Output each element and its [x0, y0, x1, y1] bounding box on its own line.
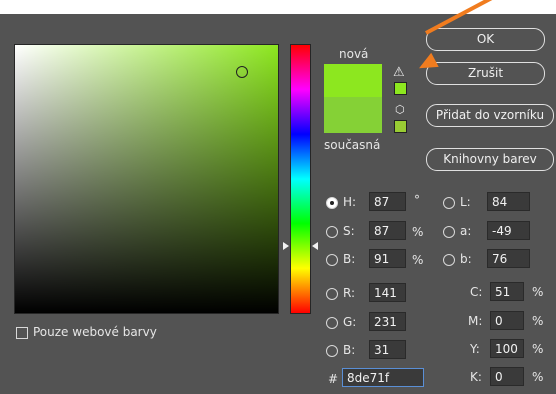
lab-l-label: L:	[460, 195, 471, 209]
brightness-input[interactable]: 91	[369, 249, 406, 268]
gamut-warning-swatch[interactable]	[394, 82, 407, 95]
degree-unit: °	[414, 193, 420, 207]
lab-a-input[interactable]: -49	[487, 221, 530, 240]
yellow-label: Y:	[470, 342, 480, 356]
brightness-unit: %	[412, 253, 424, 267]
new-color-swatch	[324, 64, 382, 97]
red-input[interactable]: 141	[369, 283, 406, 302]
color-libraries-button[interactable]: Knihovny barev	[426, 148, 554, 171]
color-field[interactable]	[14, 44, 279, 314]
cyan-label: C:	[470, 285, 483, 299]
black-label: K:	[470, 370, 482, 384]
black-unit: %	[532, 370, 544, 384]
blue-input[interactable]: 31	[369, 340, 406, 359]
black-input[interactable]: 0	[490, 367, 524, 386]
red-radio[interactable]	[326, 288, 338, 300]
red-label: R:	[343, 286, 356, 300]
brightness-radio[interactable]	[326, 254, 338, 266]
saturation-unit: %	[412, 225, 424, 239]
color-picker-marker[interactable]	[236, 66, 248, 78]
current-color-label: současná	[324, 138, 381, 152]
saturation-input[interactable]: 87	[369, 221, 406, 240]
web-safe-swatch[interactable]	[394, 120, 407, 133]
blue-label: B:	[343, 343, 356, 357]
only-web-colors-checkbox[interactable]	[16, 327, 28, 339]
magenta-label: M:	[468, 314, 483, 328]
cancel-button[interactable]: Zrušit	[426, 62, 545, 85]
cyan-input[interactable]: 51	[490, 282, 524, 301]
yellow-input[interactable]: 100	[490, 339, 524, 358]
lab-l-radio[interactable]	[443, 197, 455, 209]
lab-a-label: a:	[460, 224, 472, 238]
yellow-unit: %	[532, 342, 544, 356]
add-to-swatches-button[interactable]: Přidat do vzorníku	[426, 104, 554, 127]
blue-radio[interactable]	[326, 345, 338, 357]
brightness-label: B:	[343, 252, 356, 266]
hue-slider-left-handle[interactable]	[283, 242, 289, 250]
green-input[interactable]: 231	[369, 312, 406, 331]
hex-label: #	[328, 372, 339, 386]
hue-slider-right-handle[interactable]	[312, 242, 318, 250]
saturation-radio[interactable]	[326, 226, 338, 238]
current-color-swatch[interactable]	[324, 97, 382, 133]
new-color-label: nová	[339, 47, 369, 61]
saturation-label: S:	[343, 224, 355, 238]
hue-radio[interactable]	[326, 197, 338, 209]
green-label: G:	[343, 315, 357, 329]
magenta-input[interactable]: 0	[490, 311, 524, 330]
gamut-warning-icon[interactable]: ⚠	[393, 66, 405, 79]
lab-b-input[interactable]: 76	[487, 249, 530, 268]
hex-input[interactable]: 8de71f	[342, 368, 424, 387]
cyan-unit: %	[532, 285, 544, 299]
hue-label: H:	[343, 195, 357, 209]
lab-b-label: b:	[460, 252, 472, 266]
hue-input[interactable]: 87	[369, 192, 406, 211]
web-safe-cube-icon[interactable]: ⬡	[395, 104, 405, 115]
hue-slider[interactable]	[290, 44, 311, 314]
lab-a-radio[interactable]	[443, 226, 455, 238]
magenta-unit: %	[532, 314, 544, 328]
only-web-colors-label: Pouze webové barvy	[33, 325, 157, 339]
ok-button[interactable]: OK	[426, 28, 545, 51]
lab-l-input[interactable]: 84	[487, 192, 530, 211]
lab-b-radio[interactable]	[443, 254, 455, 266]
green-radio[interactable]	[326, 317, 338, 329]
